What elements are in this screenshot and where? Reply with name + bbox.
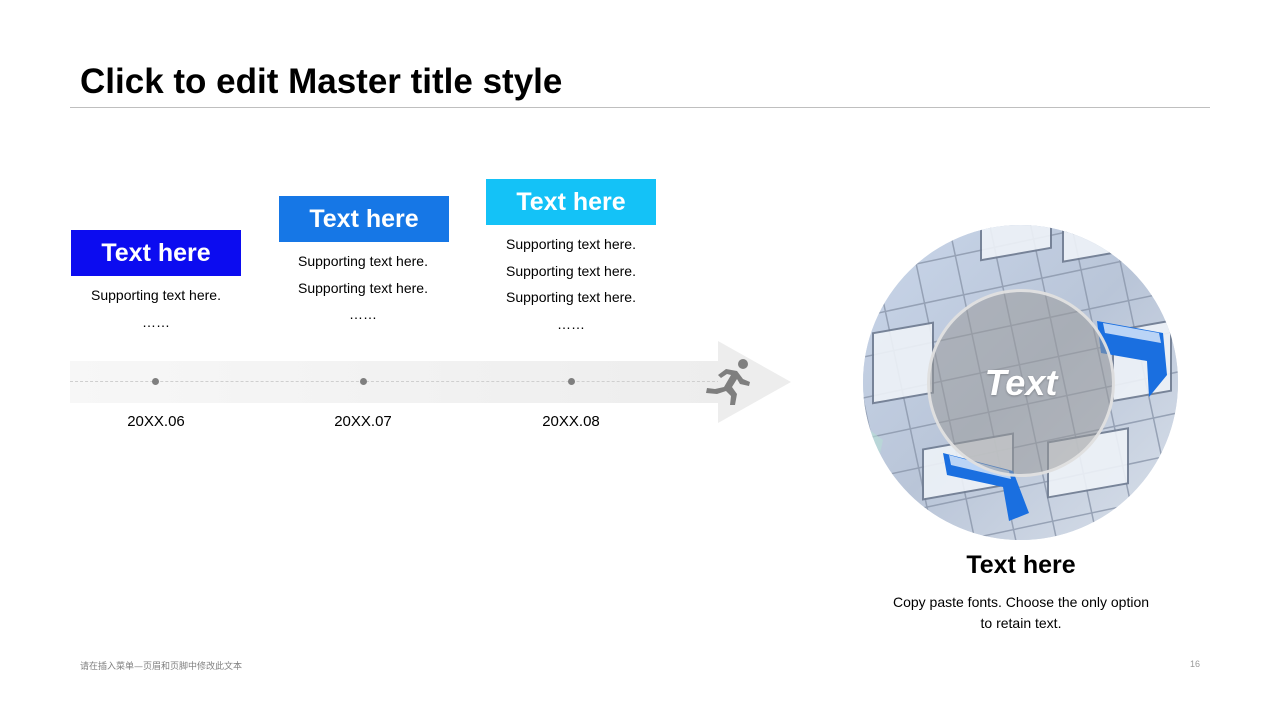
ellipsis-line: …… [142, 313, 170, 330]
supporting-line: Supporting text here. [298, 253, 428, 269]
title-divider [70, 107, 1210, 108]
feature-title[interactable]: Text here [880, 548, 1162, 582]
running-person-icon [706, 359, 750, 405]
timeline-dot-3 [568, 378, 575, 385]
supporting-line: Supporting text here. [91, 287, 221, 303]
footer-note[interactable]: 请在插入菜单—页眉和页脚中修改此文本 [80, 659, 242, 672]
timeline-arrow-body [70, 361, 720, 403]
milestone-date-1[interactable]: 20XX.06 [96, 413, 216, 431]
page-number: 16 [1189, 659, 1200, 669]
milestone-label-1[interactable]: Text here [71, 230, 241, 276]
timeline-dot-2 [360, 378, 367, 385]
overlay-text[interactable]: Text [927, 361, 1115, 405]
milestone-date-3[interactable]: 20XX.08 [511, 413, 631, 431]
milestone-label-2[interactable]: Text here [279, 196, 449, 242]
milestone-supporting-text-3[interactable]: Supporting text here. Supporting text he… [471, 231, 671, 337]
supporting-line: Supporting text here. [298, 279, 428, 296]
milestone-label-3[interactable]: Text here [486, 179, 656, 225]
supporting-line: Supporting text here. [506, 262, 636, 279]
supporting-line: Supporting text here. [506, 289, 636, 305]
ellipsis-line: …… [557, 315, 585, 332]
timeline-dashed-line [70, 381, 720, 382]
milestone-supporting-text-1[interactable]: Supporting text here. …… [56, 282, 256, 335]
milestone-date-2[interactable]: 20XX.07 [303, 413, 423, 431]
feature-description[interactable]: Copy paste fonts. Choose the only option… [890, 592, 1152, 633]
slide-title[interactable]: Click to edit Master title style [80, 60, 562, 104]
timeline-dot-1 [152, 378, 159, 385]
supporting-line: Supporting text here. [506, 236, 636, 252]
milestone-supporting-text-2[interactable]: Supporting text here. Supporting text he… [263, 248, 463, 328]
ellipsis-line: …… [349, 306, 377, 322]
